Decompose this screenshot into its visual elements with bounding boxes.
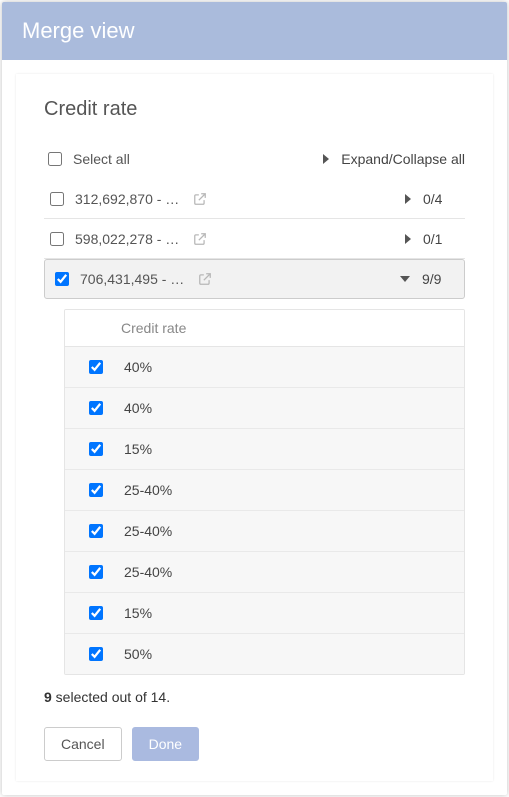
table-row[interactable]: 40%: [65, 347, 464, 388]
row-checkbox[interactable]: [89, 606, 103, 620]
row-value: 40%: [124, 359, 152, 375]
expand-all-label[interactable]: Expand/Collapse all: [341, 151, 465, 167]
row-value: 40%: [124, 400, 152, 416]
modal-title: Merge view: [2, 2, 507, 60]
modal-body: Credit rate Select all Expand/Collapse a…: [16, 74, 493, 781]
group-count: 0/1: [423, 231, 459, 247]
row-checkbox[interactable]: [89, 524, 103, 538]
group-label: 706,431,495 - …: [80, 271, 184, 287]
credit-rate-subtable: Credit rate 40% 40% 15% 25-40% 25-40%: [64, 309, 465, 675]
group-label: 598,022,278 - …: [75, 231, 179, 247]
table-row[interactable]: 40%: [65, 388, 464, 429]
chevron-down-icon[interactable]: [400, 276, 410, 282]
row-checkbox[interactable]: [89, 565, 103, 579]
selected-count: 9: [44, 689, 52, 705]
select-all-label[interactable]: Select all: [73, 151, 130, 167]
chevron-right-icon[interactable]: [405, 234, 411, 244]
row-value: 25-40%: [124, 564, 172, 580]
selection-status: 9 selected out of 14.: [44, 689, 465, 705]
external-link-icon[interactable]: [198, 272, 212, 286]
external-link-icon[interactable]: [193, 192, 207, 206]
controls-row: Select all Expand/Collapse all: [44, 139, 465, 179]
modal-footer: Cancel Done: [44, 727, 465, 761]
table-row[interactable]: 15%: [65, 593, 464, 634]
group-checkbox[interactable]: [55, 272, 69, 286]
group-label: 312,692,870 - …: [75, 191, 179, 207]
row-checkbox[interactable]: [89, 647, 103, 661]
select-all-checkbox[interactable]: [48, 152, 62, 166]
done-button[interactable]: Done: [132, 727, 199, 761]
group-row[interactable]: 312,692,870 - … 0/4: [44, 179, 465, 219]
total-count: 14: [151, 689, 167, 705]
group-row[interactable]: 706,431,495 - … 9/9: [44, 259, 465, 299]
row-checkbox[interactable]: [89, 442, 103, 456]
expand-all-icon[interactable]: [323, 154, 329, 164]
row-checkbox[interactable]: [89, 483, 103, 497]
table-row[interactable]: 15%: [65, 429, 464, 470]
row-value: 25-40%: [124, 523, 172, 539]
group-count: 0/4: [423, 191, 459, 207]
row-checkbox[interactable]: [89, 360, 103, 374]
row-value: 15%: [124, 441, 152, 457]
row-value: 15%: [124, 605, 152, 621]
group-count: 9/9: [422, 271, 458, 287]
table-row[interactable]: 50%: [65, 634, 464, 674]
subtable-header: Credit rate: [65, 310, 464, 347]
row-checkbox[interactable]: [89, 401, 103, 415]
group-checkbox[interactable]: [50, 232, 64, 246]
row-value: 25-40%: [124, 482, 172, 498]
panel-title: Credit rate: [44, 98, 465, 121]
group-row[interactable]: 598,022,278 - … 0/1: [44, 219, 465, 259]
table-row[interactable]: 25-40%: [65, 552, 464, 593]
chevron-right-icon[interactable]: [405, 194, 411, 204]
external-link-icon[interactable]: [193, 232, 207, 246]
table-row[interactable]: 25-40%: [65, 470, 464, 511]
merge-view-modal: Merge view Credit rate Select all Expand…: [2, 2, 507, 795]
row-value: 50%: [124, 646, 152, 662]
table-row[interactable]: 25-40%: [65, 511, 464, 552]
group-checkbox[interactable]: [50, 192, 64, 206]
cancel-button[interactable]: Cancel: [44, 727, 122, 761]
